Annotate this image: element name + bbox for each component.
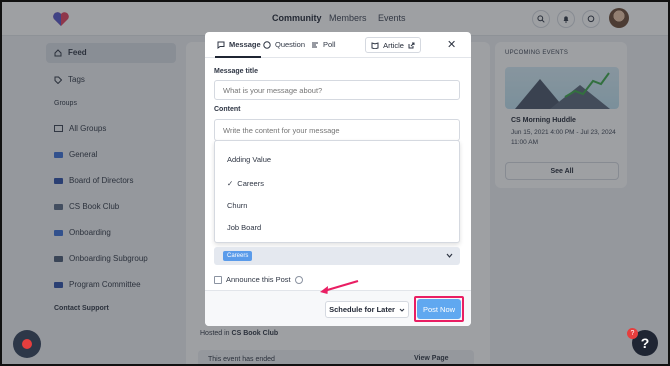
- poll-icon: [312, 42, 318, 47]
- announce-checkbox[interactable]: [214, 275, 222, 284]
- dropdown-item-adding-value[interactable]: Adding Value: [227, 155, 271, 164]
- content-label: Content: [214, 106, 241, 113]
- tab-label: Poll: [323, 40, 336, 49]
- schedule-label: Schedule for Later: [329, 305, 395, 314]
- dropdown-item-careers[interactable]: ✓ Careers: [227, 179, 264, 188]
- message-title-input[interactable]: [214, 80, 460, 100]
- post-now-button[interactable]: Post Now: [417, 299, 461, 319]
- tab-article[interactable]: Article: [365, 37, 421, 53]
- tab-label: Message: [229, 40, 261, 49]
- tab-label: Article: [383, 40, 404, 50]
- app-frame: Community Members Events Feed Tags Group…: [0, 0, 670, 366]
- close-icon[interactable]: ✕: [447, 38, 456, 51]
- active-tab-indicator: [215, 56, 261, 58]
- message-title-label: Message title: [214, 68, 258, 75]
- annotation-arrow: [320, 279, 359, 294]
- tab-label: Question: [275, 40, 306, 49]
- announce-label: Announce this Post: [226, 275, 291, 284]
- post-type-tabs: Message Question Poll Article ✕: [205, 32, 471, 58]
- tag-dropdown: Adding Value ✓ Careers Churn Job Board: [214, 140, 460, 243]
- external-link-icon: [408, 42, 415, 48]
- schedule-for-later-button[interactable]: Schedule for Later: [325, 301, 409, 318]
- question-icon: [263, 40, 271, 49]
- announce-post-row[interactable]: Announce this Post: [214, 275, 303, 284]
- chevron-down-icon[interactable]: [446, 253, 453, 258]
- tab-message[interactable]: Message: [217, 40, 261, 49]
- chevron-down-icon: [399, 308, 405, 312]
- dropdown-item-job-board[interactable]: Job Board: [227, 223, 261, 232]
- content-input[interactable]: [214, 119, 460, 141]
- check-icon: ✓: [227, 179, 234, 188]
- record-button[interactable]: [13, 330, 41, 358]
- tag-select[interactable]: Careers: [214, 247, 460, 265]
- dropdown-item-label: Careers: [237, 179, 264, 188]
- book-icon: [371, 42, 379, 49]
- help-notification-badge: ?: [627, 328, 638, 339]
- dropdown-item-churn[interactable]: Churn: [227, 201, 247, 210]
- record-icon: [22, 339, 32, 349]
- selected-tag-careers[interactable]: Careers: [223, 251, 253, 261]
- tab-poll[interactable]: Poll: [311, 40, 336, 49]
- message-icon: [217, 41, 225, 49]
- info-icon[interactable]: [294, 275, 303, 284]
- tab-question[interactable]: Question: [263, 40, 305, 49]
